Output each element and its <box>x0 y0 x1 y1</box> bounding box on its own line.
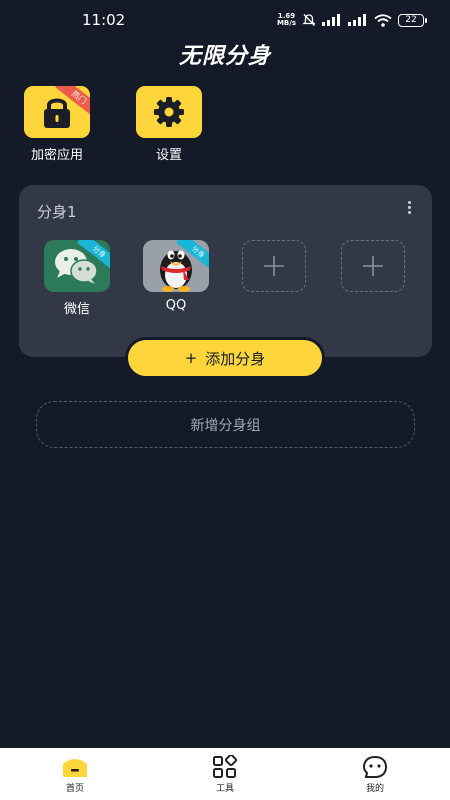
encrypt-apps-tile[interactable]: 热门 加密应用 <box>24 86 90 163</box>
settings-tile[interactable]: 设置 <box>136 86 202 163</box>
nav-profile[interactable]: 我的 <box>335 754 415 794</box>
add-clone-button[interactable]: + 添加分身 <box>125 337 325 379</box>
empty-app-slot[interactable] <box>341 240 407 292</box>
plus-prefix: + <box>184 349 198 367</box>
plus-icon <box>341 240 405 292</box>
wechat-icon: 分身 <box>44 240 110 292</box>
settings-button[interactable] <box>136 86 202 138</box>
cloned-app-wechat[interactable]: 分身 微信 <box>44 240 110 317</box>
gear-icon <box>154 97 184 127</box>
status-bar: 11:02 1.69 MB/s 22 <box>0 0 450 40</box>
mute-icon <box>302 14 316 26</box>
new-group-label: 新增分身组 <box>190 417 261 434</box>
nav-profile-label: 我的 <box>365 784 384 794</box>
lock-icon <box>44 98 70 128</box>
nav-home-label: 首页 <box>65 784 84 794</box>
app-name: QQ <box>165 298 187 313</box>
signal-icon <box>322 14 340 26</box>
new-group-button[interactable]: 新增分身组 <box>36 401 415 448</box>
battery-icon: 22 <box>398 13 427 27</box>
status-time: 11:02 <box>82 11 126 29</box>
plus-icon <box>242 240 306 292</box>
group-title: 分身1 <box>37 203 77 221</box>
more-options-icon[interactable] <box>406 201 412 217</box>
tools-grid-icon <box>213 755 238 778</box>
qq-penguin-icon: 分身 <box>143 240 209 292</box>
empty-app-slot[interactable] <box>242 240 308 292</box>
profile-face-icon <box>362 755 388 778</box>
signal-icon <box>348 14 366 26</box>
network-speed: 1.69 MB/s <box>276 12 296 27</box>
app-name: 微信 <box>63 302 90 317</box>
status-icons: 1.69 MB/s 22 <box>276 12 427 27</box>
settings-label: 设置 <box>155 148 182 163</box>
wifi-icon <box>374 13 392 27</box>
encrypt-apps-label: 加密应用 <box>30 148 83 163</box>
clone-group-card: 分身1 分身 微信 分身 QQ <box>19 185 432 357</box>
add-clone-label: 添加分身 <box>205 349 266 368</box>
nav-tools[interactable]: 工具 <box>185 754 265 794</box>
bottom-nav: 首页 工具 我的 <box>0 748 450 800</box>
nav-tools-label: 工具 <box>215 784 234 794</box>
encrypt-apps-button[interactable]: 热门 <box>24 86 90 138</box>
home-icon <box>63 759 87 777</box>
cloned-app-qq[interactable]: 分身 QQ <box>143 240 209 313</box>
app-title: 无限分身 <box>178 44 271 69</box>
nav-home[interactable]: 首页 <box>35 754 115 794</box>
